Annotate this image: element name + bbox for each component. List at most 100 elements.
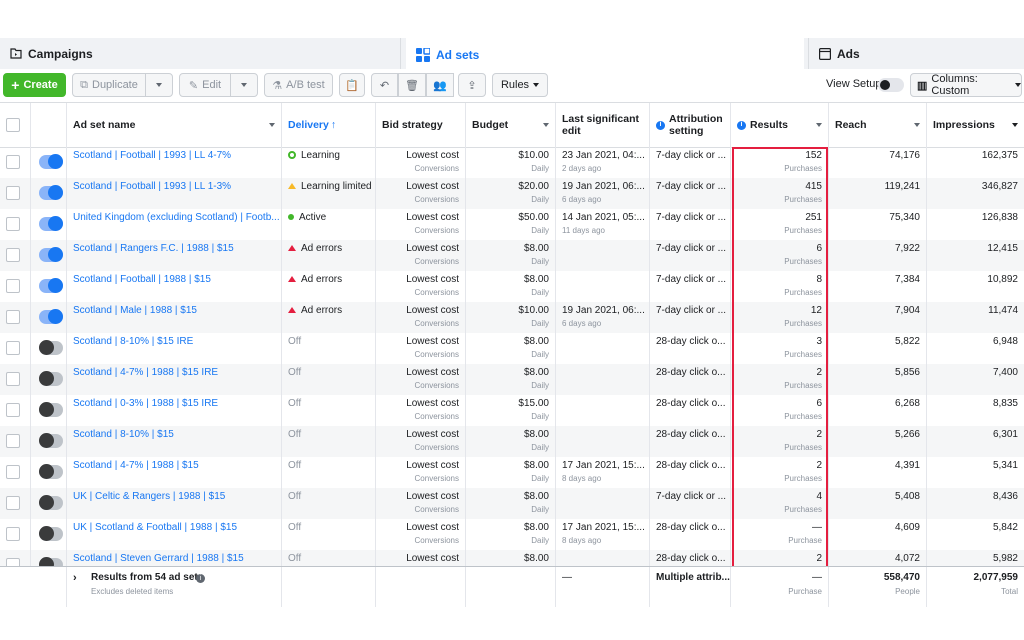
ad-set-toggle[interactable]: [39, 216, 63, 231]
budget-sub: Daily: [531, 195, 549, 204]
row-checkbox[interactable]: [6, 527, 20, 541]
table-row[interactable]: UK | Scotland & Football | 1988 | $15 Off…: [0, 519, 1024, 550]
audience-button[interactable]: 👥: [426, 73, 454, 97]
table-row[interactable]: Scotland | Male | 1988 | $15 Ad errors Low…: [0, 302, 1024, 333]
ab-test-button[interactable]: ⚗ A/B test: [264, 73, 333, 97]
select-all-checkbox[interactable]: [6, 118, 20, 132]
table-row[interactable]: Scotland | Football | 1993 | LL 4-7% Lear…: [0, 147, 1024, 178]
table-row[interactable]: Scotland | 8-10% | $15 Off Lowest cost Conv…: [0, 426, 1024, 457]
row-checkbox[interactable]: [6, 403, 20, 417]
edit-dropdown[interactable]: [230, 73, 258, 97]
ad-set-name-link[interactable]: Scotland | Football | 1993 | LL 1-3%: [73, 181, 231, 193]
table-row[interactable]: Scotland | Football | 1988 | $15 Ad error…: [0, 271, 1024, 302]
ad-set-name-link[interactable]: UK | Scotland & Football | 1988 | $15: [73, 522, 237, 534]
ad-set-name-link[interactable]: Scotland | 8-10% | $15: [73, 429, 174, 441]
cell-edit: 23 Jan 2021, 04:... 2 days ago: [556, 147, 650, 178]
ad-set-toggle[interactable]: [39, 402, 63, 417]
undo-button[interactable]: ↶: [371, 73, 398, 97]
cell-name: Scotland | Football | 1993 | LL 1-3%: [67, 178, 282, 209]
reach-value: 7,384: [894, 274, 920, 285]
table-row[interactable]: UK | Celtic & Rangers | 1988 | $15 Off Low…: [0, 488, 1024, 519]
ad-set-name-link[interactable]: Scotland | Steven Gerrard | 1988 | $15: [73, 553, 244, 565]
table-row[interactable]: Scotland | 0-3% | 1988 | $15 IRE Off Lowes…: [0, 395, 1024, 426]
ad-set-toggle[interactable]: [39, 371, 63, 386]
clipboard-button[interactable]: 📋: [339, 73, 365, 97]
row-checkbox[interactable]: [6, 155, 20, 169]
ad-set-toggle[interactable]: [39, 154, 63, 169]
row-checkbox[interactable]: [6, 310, 20, 324]
ad-set-name-link[interactable]: Scotland | 4-7% | 1988 | $15 IRE: [73, 367, 218, 379]
tab-campaigns[interactable]: Campaigns: [0, 38, 401, 69]
results-value: 2: [816, 553, 822, 564]
view-setup-toggle[interactable]: [878, 78, 904, 92]
ad-set-name-link[interactable]: Scotland | Rangers F.C. | 1988 | $15: [73, 243, 234, 255]
ad-set-name-link[interactable]: Scotland | Male | 1988 | $15: [73, 305, 197, 317]
row-checkbox[interactable]: [6, 372, 20, 386]
ad-set-toggle[interactable]: [39, 464, 63, 479]
cell-edit: [556, 271, 650, 302]
header-delivery[interactable]: Delivery ↑: [282, 103, 376, 147]
columns-dropdown[interactable]: ▥ Columns: Custom: [910, 73, 1022, 97]
bid-strategy-value: Lowest cost: [406, 274, 459, 285]
ad-set-name-link[interactable]: Scotland | 0-3% | 1988 | $15 IRE: [73, 398, 218, 410]
ad-page-icon: [819, 47, 831, 60]
chevron-right-icon[interactable]: ›: [73, 572, 77, 584]
ad-set-name-link[interactable]: Scotland | Football | 1993 | LL 4-7%: [73, 150, 231, 162]
select-all-cell: [0, 103, 31, 147]
row-checkbox[interactable]: [6, 496, 20, 510]
ad-set-toggle[interactable]: [39, 278, 63, 293]
ad-set-toggle[interactable]: [39, 340, 63, 355]
ad-set-toggle[interactable]: [39, 247, 63, 262]
header-attribution[interactable]: i Attribution setting: [650, 103, 731, 147]
row-checkbox[interactable]: [6, 279, 20, 293]
ad-set-name-link[interactable]: Scotland | 4-7% | 1988 | $15: [73, 460, 199, 472]
header-ad-set-name[interactable]: Ad set name: [67, 103, 282, 147]
reach-value: 7,904: [894, 305, 920, 316]
row-checkbox[interactable]: [6, 434, 20, 448]
cell-edit: 19 Jan 2021, 06:... 6 days ago: [556, 178, 650, 209]
header-bid-strategy[interactable]: Bid strategy: [376, 103, 466, 147]
export-button[interactable]: ⇪: [458, 73, 486, 97]
header-budget[interactable]: Budget: [466, 103, 556, 147]
row-checkbox[interactable]: [6, 465, 20, 479]
delivery-status: Ad errors: [288, 243, 342, 255]
delivery-status: Off: [288, 460, 301, 472]
header-impressions[interactable]: Impressions: [927, 103, 1024, 147]
results-value: 415: [805, 181, 822, 192]
edit-button[interactable]: ✎ Edit: [179, 73, 231, 97]
cell-results: 6 Purchases: [731, 240, 829, 271]
ad-set-name-link[interactable]: Scotland | 8-10% | $15 IRE: [73, 336, 193, 348]
duplicate-dropdown[interactable]: [145, 73, 173, 97]
tab-ads[interactable]: Ads: [808, 38, 1024, 69]
cell-cb: [0, 209, 31, 240]
ad-set-name-link[interactable]: United Kingdom (excluding Scotland) | Fo…: [73, 212, 280, 224]
row-checkbox[interactable]: [6, 248, 20, 262]
ad-set-name-link[interactable]: UK | Celtic & Rangers | 1988 | $15: [73, 491, 225, 503]
info-icon: i: [737, 120, 746, 130]
table-row[interactable]: Scotland | 8-10% | $15 IRE Off Lowest cost…: [0, 333, 1024, 364]
delete-button[interactable]: 🗑: [398, 73, 426, 97]
table-row[interactable]: Scotland | Football | 1993 | LL 1-3% Lear…: [0, 178, 1024, 209]
create-button[interactable]: + Create: [3, 73, 66, 97]
row-checkbox[interactable]: [6, 186, 20, 200]
table-row[interactable]: United Kingdom (excluding Scotland) | Fo…: [0, 209, 1024, 240]
duplicate-button[interactable]: ⧉ Duplicate: [72, 73, 146, 97]
ad-set-toggle[interactable]: [39, 433, 63, 448]
ad-set-toggle[interactable]: [39, 495, 63, 510]
row-checkbox[interactable]: [6, 217, 20, 231]
table-row[interactable]: Scotland | Rangers F.C. | 1988 | $15 Ad e…: [0, 240, 1024, 271]
bid-strategy-value: Lowest cost: [406, 150, 459, 161]
header-results[interactable]: i Results: [731, 103, 829, 147]
rules-dropdown[interactable]: Rules: [492, 73, 548, 97]
ad-set-toggle[interactable]: [39, 185, 63, 200]
ad-set-name-link[interactable]: Scotland | Football | 1988 | $15: [73, 274, 211, 286]
ad-set-toggle[interactable]: [39, 526, 63, 541]
table-row[interactable]: Scotland | 4-7% | 1988 | $15 IRE Off Lowes…: [0, 364, 1024, 395]
table-row[interactable]: Scotland | 4-7% | 1988 | $15 Off Lowest co…: [0, 457, 1024, 488]
header-last-edit[interactable]: Last significant edit: [556, 103, 650, 147]
budget-value: $8.00: [523, 336, 549, 347]
header-reach[interactable]: Reach: [829, 103, 927, 147]
ad-set-toggle[interactable]: [39, 309, 63, 324]
tab-ad-sets[interactable]: Ad sets: [406, 38, 804, 69]
row-checkbox[interactable]: [6, 341, 20, 355]
